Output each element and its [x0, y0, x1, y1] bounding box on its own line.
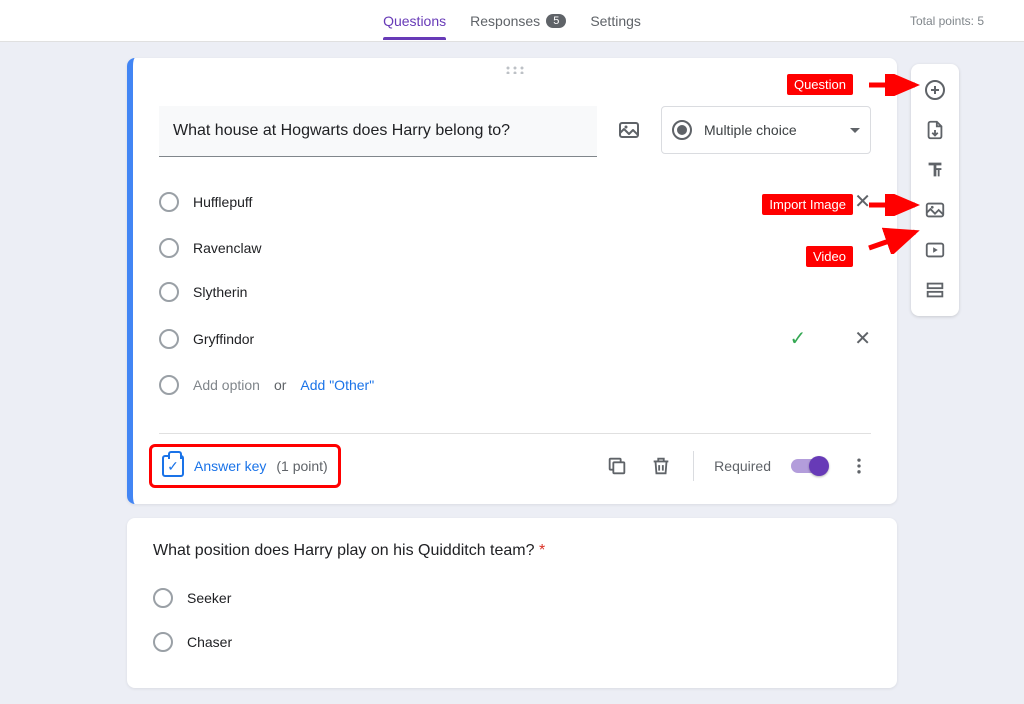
chevron-down-icon — [850, 128, 860, 133]
required-toggle[interactable] — [791, 459, 827, 473]
option-label: Seeker — [187, 590, 871, 606]
more-icon[interactable] — [847, 454, 871, 478]
callout-video: Video — [806, 246, 853, 267]
arrow-icon — [867, 74, 921, 96]
side-toolbar — [911, 64, 959, 316]
arrow-icon — [867, 194, 921, 216]
radio-icon — [672, 120, 692, 140]
answer-key-points: (1 point) — [276, 458, 327, 474]
radio-outline-icon — [159, 282, 179, 302]
tab-questions[interactable]: Questions — [383, 3, 446, 39]
radio-outline-icon — [159, 192, 179, 212]
required-star-icon: * — [539, 542, 545, 559]
callout-import-image: Import Image — [762, 194, 853, 215]
radio-outline-icon — [153, 632, 173, 652]
tab-settings[interactable]: Settings — [590, 3, 641, 39]
radio-outline-icon — [159, 375, 179, 395]
option-label: Chaser — [187, 634, 871, 650]
question-card-1[interactable]: Multiple choice Hufflepuff ✕ Ravenclaw — [127, 58, 897, 504]
drag-handle-icon[interactable] — [133, 58, 897, 82]
callout-question: Question — [787, 74, 853, 95]
tab-questions-label: Questions — [383, 13, 446, 29]
radio-outline-icon — [159, 238, 179, 258]
option-row[interactable]: Gryffindor ✓ ✕ — [159, 314, 871, 363]
add-section-button[interactable] — [911, 270, 959, 310]
add-image-icon[interactable] — [617, 118, 641, 142]
answer-key-icon: ✓ — [162, 455, 184, 477]
correct-answer-icon: ✓ — [789, 326, 806, 351]
answer-key-label: Answer key — [194, 458, 266, 474]
answer-key-button[interactable]: ✓ Answer key (1 point) — [149, 444, 341, 488]
option-label: Gryffindor — [193, 331, 775, 347]
tab-responses-label: Responses — [470, 13, 540, 29]
option-label: Slytherin — [193, 284, 857, 300]
question-card-2[interactable]: What position does Harry play on his Qui… — [127, 518, 897, 688]
question-2-title: What position does Harry play on his Qui… — [153, 542, 871, 560]
divider — [693, 451, 694, 481]
tab-responses[interactable]: Responses 5 — [470, 3, 566, 39]
option-label: Hufflepuff — [193, 194, 840, 210]
add-option-row[interactable]: Add option or Add "Other" — [159, 363, 871, 407]
add-option-label: Add option — [193, 377, 260, 393]
question-type-dropdown[interactable]: Multiple choice — [661, 106, 871, 154]
or-label: or — [274, 377, 286, 393]
duplicate-icon[interactable] — [605, 454, 629, 478]
question-type-label: Multiple choice — [704, 122, 838, 138]
responses-count-badge: 5 — [546, 14, 566, 28]
delete-icon[interactable] — [649, 454, 673, 478]
option-row[interactable]: Chaser — [153, 620, 871, 664]
total-points-label: Total points: 5 — [910, 14, 984, 28]
add-other-link[interactable]: Add "Other" — [300, 377, 374, 393]
radio-outline-icon — [153, 588, 173, 608]
option-label: Ravenclaw — [193, 240, 857, 256]
arrow-icon — [867, 226, 921, 254]
option-row[interactable]: Seeker — [153, 576, 871, 620]
import-questions-button[interactable] — [911, 110, 959, 150]
option-row[interactable]: Slytherin — [159, 270, 871, 314]
question-title-input[interactable] — [159, 106, 597, 157]
tab-settings-label: Settings — [590, 13, 641, 29]
required-label: Required — [714, 458, 771, 474]
option-row[interactable]: Ravenclaw — [159, 226, 871, 270]
remove-option-icon[interactable]: ✕ — [854, 326, 871, 351]
add-title-button[interactable] — [911, 150, 959, 190]
radio-outline-icon — [159, 329, 179, 349]
